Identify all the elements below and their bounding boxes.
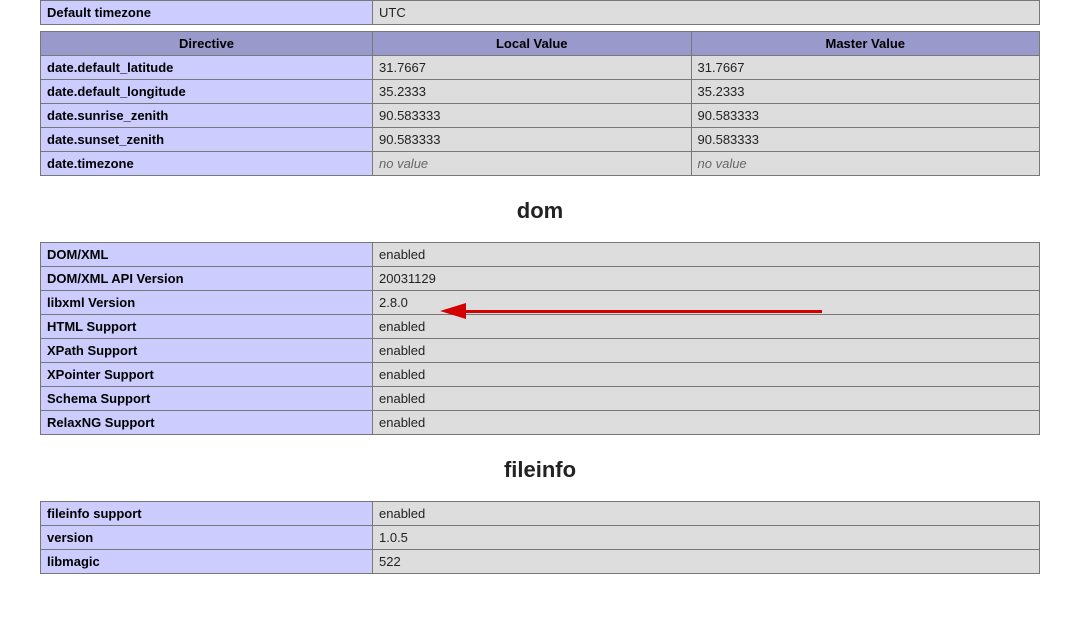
- dom-table: DOM/XMLenabledDOM/XML API Version2003112…: [40, 242, 1040, 435]
- table-row: date.sunrise_zenith90.58333390.583333: [41, 104, 1040, 128]
- table-row: date.sunset_zenith90.58333390.583333: [41, 128, 1040, 152]
- property-name: DOM/XML API Version: [41, 267, 373, 291]
- directive-name: date.sunrise_zenith: [41, 104, 373, 128]
- col-master: Master Value: [691, 32, 1039, 56]
- directive-master-value: 90.583333: [691, 104, 1039, 128]
- table-row: fileinfo supportenabled: [41, 502, 1040, 526]
- property-name: XPath Support: [41, 339, 373, 363]
- table-row: DOM/XMLenabled: [41, 243, 1040, 267]
- directive-master-value: no value: [691, 152, 1039, 176]
- property-name: RelaxNG Support: [41, 411, 373, 435]
- property-value: enabled: [373, 243, 1040, 267]
- table-row: Default timezone UTC: [41, 1, 1040, 25]
- property-value: enabled: [373, 339, 1040, 363]
- property-value: enabled: [373, 502, 1040, 526]
- property-name: HTML Support: [41, 315, 373, 339]
- property-name: DOM/XML: [41, 243, 373, 267]
- table-row: date.default_latitude31.766731.7667: [41, 56, 1040, 80]
- directive-local-value: 90.583333: [373, 128, 692, 152]
- col-directive: Directive: [41, 32, 373, 56]
- directives-table: Directive Local Value Master Value date.…: [40, 31, 1040, 176]
- property-value: 522: [373, 550, 1040, 574]
- col-local: Local Value: [373, 32, 692, 56]
- table-header-row: Directive Local Value Master Value: [41, 32, 1040, 56]
- default-timezone-value: UTC: [373, 1, 1040, 25]
- directive-local-value: no value: [373, 152, 692, 176]
- property-name: Schema Support: [41, 387, 373, 411]
- default-timezone-key: Default timezone: [41, 1, 373, 25]
- fileinfo-table: fileinfo supportenabledversion1.0.5libma…: [40, 501, 1040, 574]
- property-value: enabled: [373, 363, 1040, 387]
- directive-master-value: 90.583333: [691, 128, 1039, 152]
- table-row: DOM/XML API Version20031129: [41, 267, 1040, 291]
- property-value: 20031129: [373, 267, 1040, 291]
- directive-master-value: 35.2333: [691, 80, 1039, 104]
- table-row: XPointer Supportenabled: [41, 363, 1040, 387]
- table-row: date.timezoneno valueno value: [41, 152, 1040, 176]
- default-timezone-table: Default timezone UTC: [40, 0, 1040, 25]
- directive-name: date.default_longitude: [41, 80, 373, 104]
- property-name: version: [41, 526, 373, 550]
- property-value: 1.0.5: [373, 526, 1040, 550]
- section-heading-fileinfo: fileinfo: [40, 457, 1040, 483]
- table-row: Schema Supportenabled: [41, 387, 1040, 411]
- directive-local-value: 31.7667: [373, 56, 692, 80]
- property-value: 2.8.0: [373, 291, 1040, 315]
- directive-master-value: 31.7667: [691, 56, 1039, 80]
- property-value: enabled: [373, 411, 1040, 435]
- table-row: date.default_longitude35.233335.2333: [41, 80, 1040, 104]
- dom-table-wrap: DOM/XMLenabledDOM/XML API Version2003112…: [40, 242, 1040, 435]
- directive-name: date.sunset_zenith: [41, 128, 373, 152]
- page-wrap: Default timezone UTC Directive Local Val…: [40, 0, 1040, 574]
- directive-local-value: 35.2333: [373, 80, 692, 104]
- section-heading-dom: dom: [40, 198, 1040, 224]
- table-row: version1.0.5: [41, 526, 1040, 550]
- property-name: fileinfo support: [41, 502, 373, 526]
- table-row: HTML Supportenabled: [41, 315, 1040, 339]
- table-row: libxml Version2.8.0: [41, 291, 1040, 315]
- directive-local-value: 90.583333: [373, 104, 692, 128]
- property-name: libxml Version: [41, 291, 373, 315]
- table-row: RelaxNG Supportenabled: [41, 411, 1040, 435]
- table-row: XPath Supportenabled: [41, 339, 1040, 363]
- directive-name: date.timezone: [41, 152, 373, 176]
- directive-name: date.default_latitude: [41, 56, 373, 80]
- property-name: libmagic: [41, 550, 373, 574]
- table-row: libmagic522: [41, 550, 1040, 574]
- property-value: enabled: [373, 315, 1040, 339]
- property-value: enabled: [373, 387, 1040, 411]
- property-name: XPointer Support: [41, 363, 373, 387]
